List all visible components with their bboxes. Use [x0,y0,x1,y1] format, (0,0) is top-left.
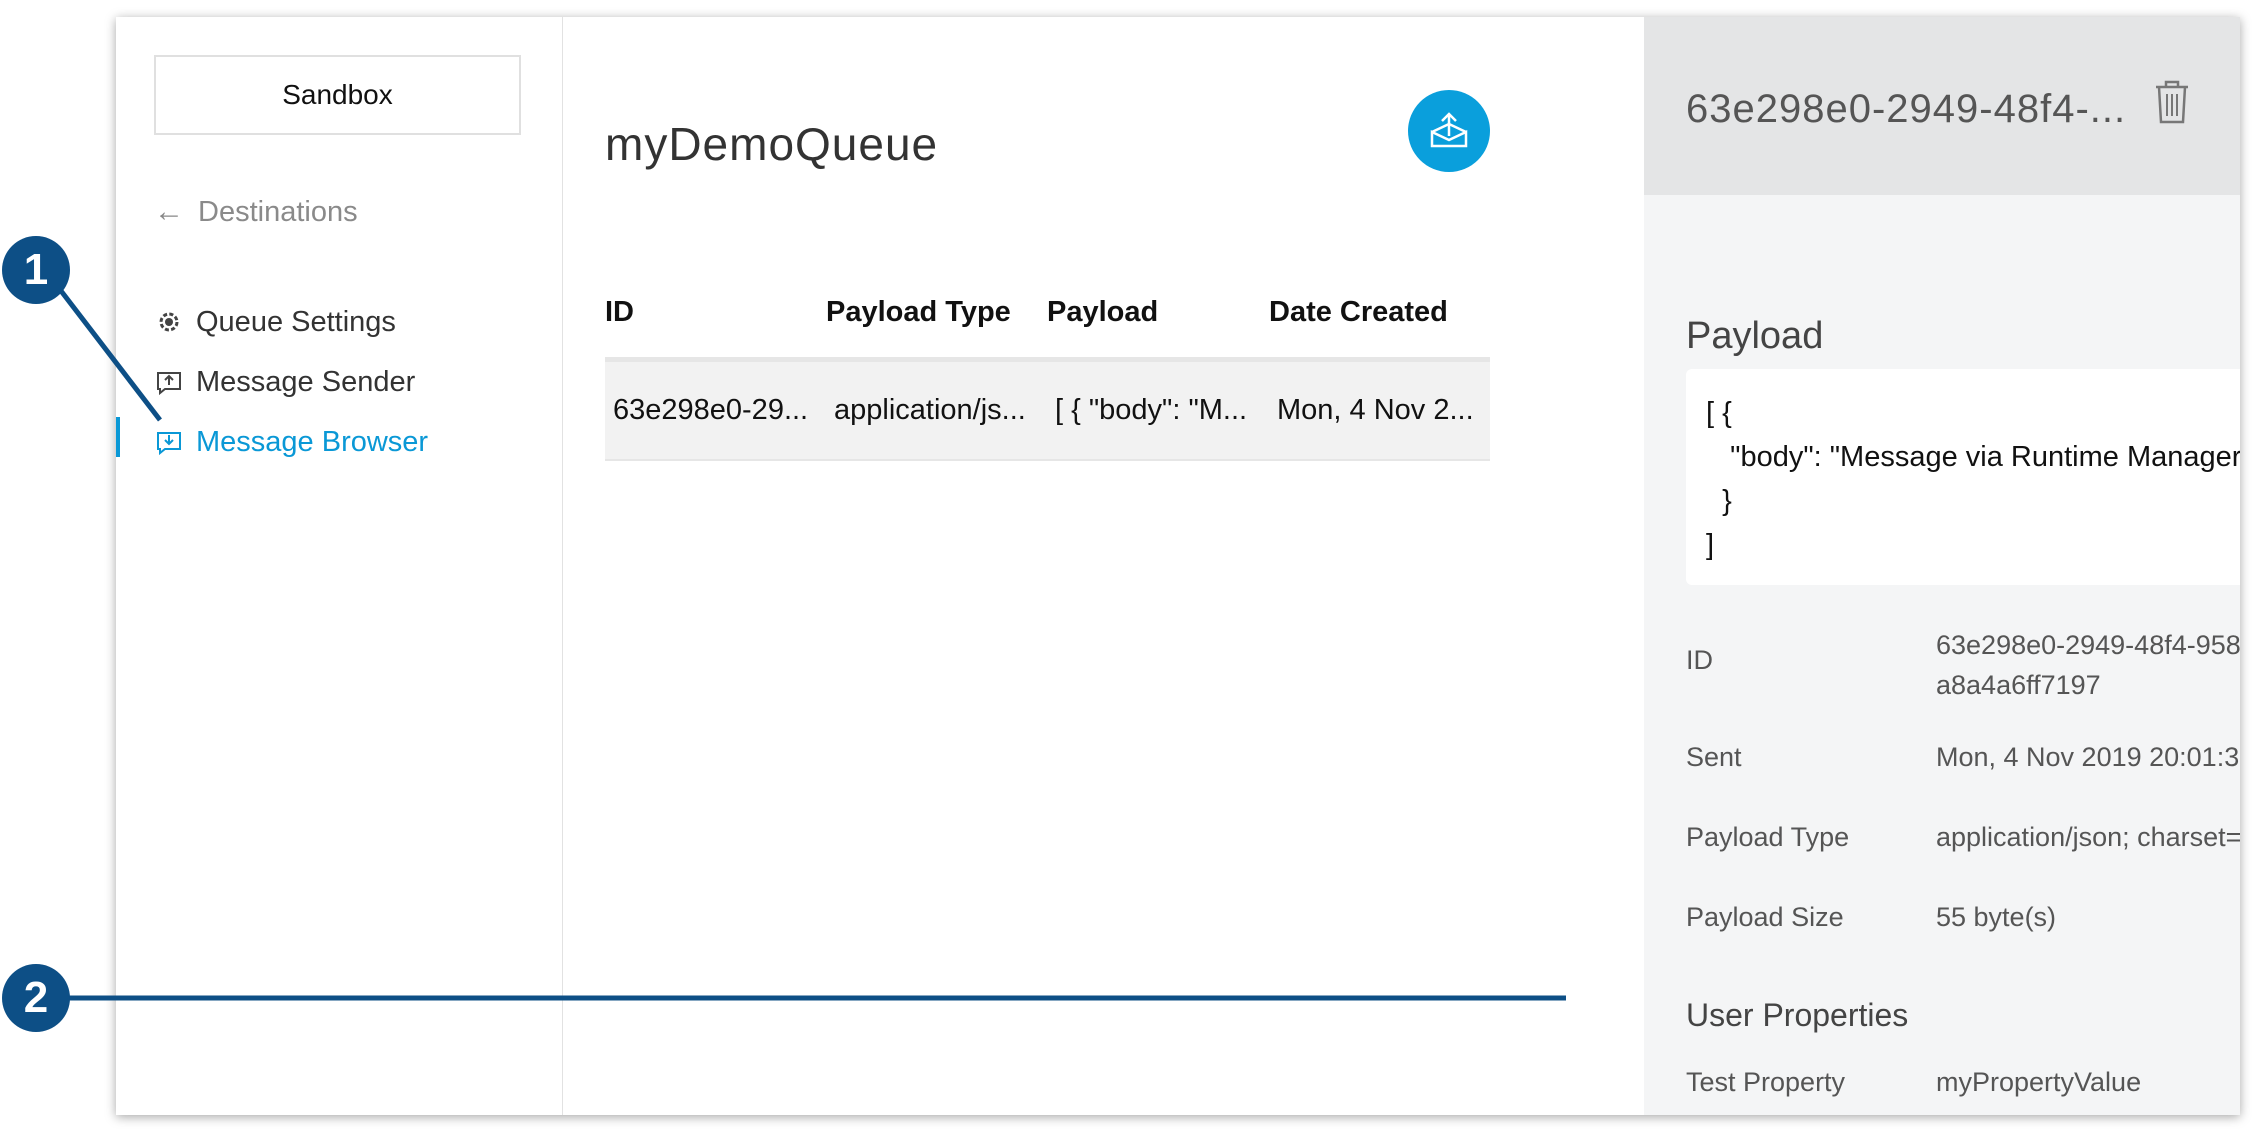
cell-date-created: Mon, 4 Nov 2... [1277,394,1474,426]
cell-payload-type: application/js... [834,394,1026,426]
sidebar-item-label: Message Browser [196,425,429,458]
sidebar-nav: Queue Settings Message Sender Message Br… [154,292,428,472]
table-row[interactable]: 63e298e0-29... application/js... [ { "bo… [605,357,1490,461]
property-key: Sent [1686,742,1742,772]
sidebar-item-queue-settings[interactable]: Queue Settings [154,292,428,352]
property-value: myPropertyValue [1936,1067,2142,1097]
environment-label: Sandbox [282,79,393,110]
message-details-panel: 63e298e0-2949-48f4-... Payload [ { "body… [1644,17,2240,1115]
cell-id: 63e298e0-29... [613,394,809,426]
property-row-payload-size: Payload Size 55 byte(s) [1686,902,2240,933]
gear-icon [154,307,184,337]
property-key: Payload Size [1686,902,1844,932]
column-header-id[interactable]: ID [605,296,826,329]
payload-label: Payload [1686,315,1824,357]
trash-icon [2156,80,2188,124]
sidebar: Sandbox ← Destinations Queue Settings Me… [116,17,563,1115]
payload-content: [ { "body": "Message via Runtime Manager… [1686,369,2240,585]
upload-icon [1430,112,1468,148]
queue-browser-window: Sandbox ← Destinations Queue Settings Me… [116,17,2240,1115]
upload-button[interactable] [1408,90,1490,172]
user-property-row: Test Property myPropertyValue [1686,1067,2240,1098]
sidebar-item-label: Message Sender [196,365,416,398]
message-id-title: 63e298e0-2949-48f4-... [1686,87,2127,131]
sidebar-item-message-sender[interactable]: Message Sender [154,352,428,412]
active-indicator [116,417,120,457]
callout-badge-2: 2 [2,964,70,1032]
message-receive-icon [154,427,184,457]
user-properties-label: User Properties [1686,997,1909,1033]
property-key: Payload Type [1686,822,1850,852]
sidebar-item-label: Queue Settings [196,305,396,338]
back-link-label: Destinations [198,195,358,228]
property-value: 63e298e0-2949-48f4-958f-a8a4a6ff7197 [1936,630,2240,700]
property-value: 55 byte(s) [1936,902,2057,932]
column-header-payload[interactable]: Payload [1047,296,1269,329]
delete-message-button[interactable] [2152,79,2192,125]
callout-number: 1 [23,245,49,294]
property-key: Test Property [1686,1067,1846,1097]
property-row-payload-type: Payload Type application/json; charset=U… [1686,822,2240,853]
property-row-sent: Sent Mon, 4 Nov 2019 20:01:35 GMT [1686,742,2240,773]
message-send-icon [154,367,184,397]
table-header: ID Payload Type Payload Date Created [605,267,1490,357]
page-title: myDemoQueue [605,118,939,170]
column-header-payload-type[interactable]: Payload Type [826,296,1047,329]
callout-badge-1: 1 [2,236,70,304]
property-key: ID [1686,645,1713,675]
back-to-destinations-link[interactable]: ← Destinations [154,195,358,229]
back-arrow-icon: ← [154,195,184,228]
callout-number: 2 [23,973,49,1022]
environment-selector[interactable]: Sandbox [154,55,521,135]
column-header-date-created[interactable]: Date Created [1269,296,1490,329]
details-header: 63e298e0-2949-48f4-... [1644,17,2240,195]
messages-table: ID Payload Type Payload Date Created 63e… [605,267,1490,461]
main-content: myDemoQueue ID Payload Type Payload Date… [563,17,1644,1115]
cell-payload: [ { "body": "M... [1055,394,1248,426]
property-value: Mon, 4 Nov 2019 20:01:35 GMT [1936,742,2240,772]
sidebar-item-message-browser[interactable]: Message Browser [154,412,428,472]
property-value: application/json; charset=UTF-8 [1936,822,2240,852]
property-row-id: ID 63e298e0-2949-48f4-958f-a8a4a6ff7197 [1686,625,2240,705]
